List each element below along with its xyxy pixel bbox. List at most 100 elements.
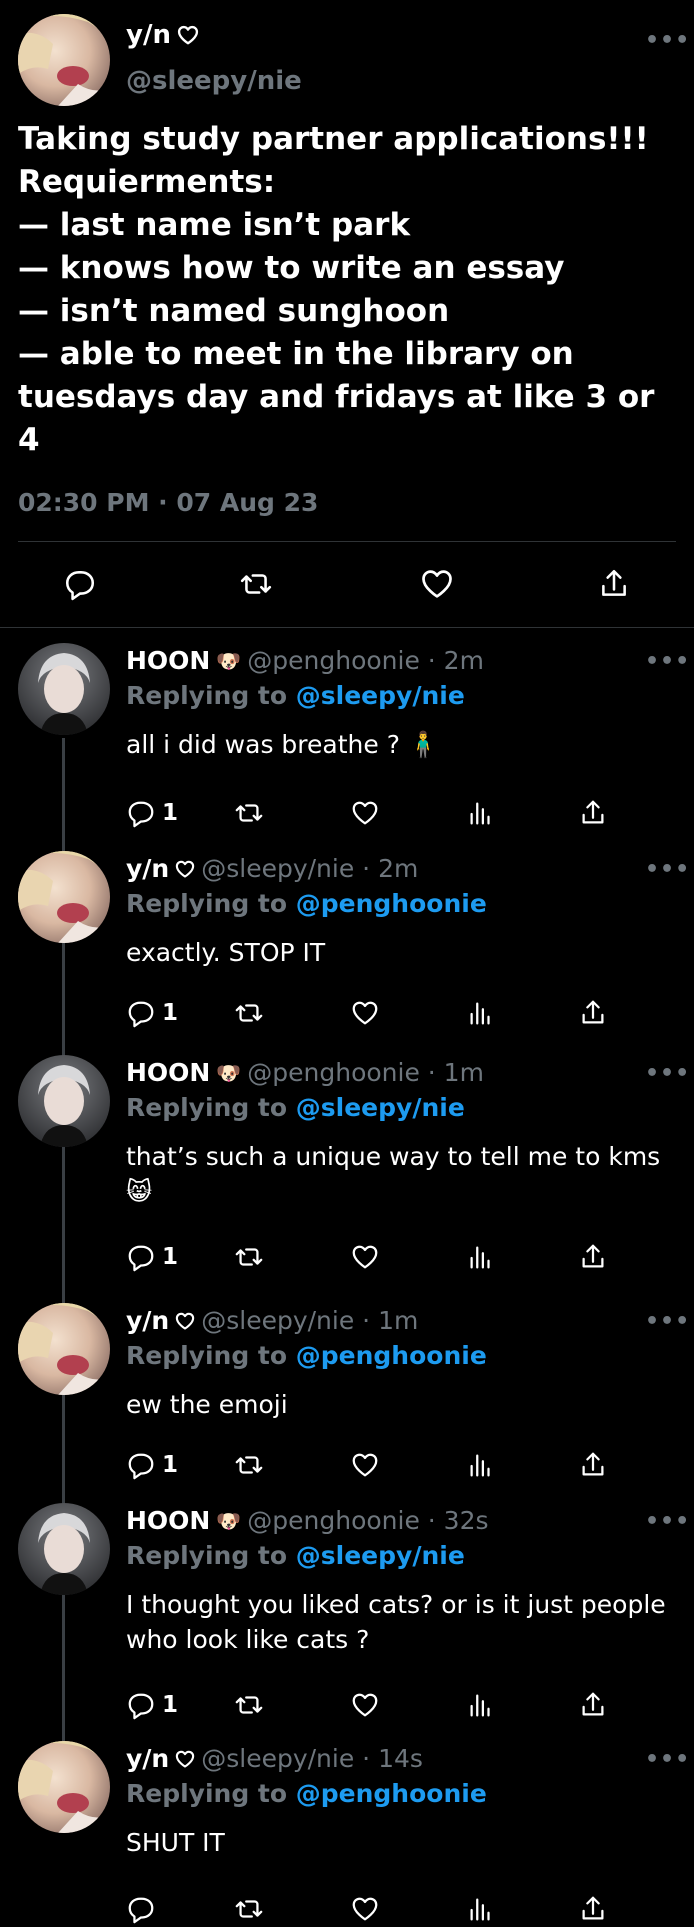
handle[interactable]: @sleepy/nie	[126, 66, 302, 96]
like-icon	[352, 1693, 378, 1717]
display-name[interactable]: HOON	[126, 646, 210, 675]
more-options-icon[interactable]: •••	[645, 1309, 690, 1334]
share-button[interactable]	[578, 1447, 608, 1483]
avatar[interactable]	[18, 1741, 110, 1833]
retweet-icon	[235, 804, 263, 822]
avatar[interactable]	[18, 1503, 110, 1595]
retweet-button[interactable]	[234, 1239, 264, 1275]
reply-tweet[interactable]: y/n @sleepy/nie · 2m ••• Replying to @pe…	[0, 851, 694, 1055]
handle-and-time[interactable]: @sleepy/nie · 1m	[201, 1306, 418, 1335]
handle-and-time[interactable]: @sleepy/nie · 14s	[201, 1744, 423, 1773]
replying-to: Replying to @sleepy/nie	[126, 681, 465, 710]
replying-to-link[interactable]: @sleepy/nie	[296, 681, 465, 710]
reply-button[interactable]	[126, 1891, 162, 1927]
reply-count: 1	[162, 1692, 179, 1718]
reply-button[interactable]: 1	[126, 1239, 178, 1275]
more-options-icon[interactable]: •••	[645, 1061, 690, 1086]
replying-prefix: Replying to	[126, 889, 296, 918]
replying-to-link[interactable]: @sleepy/nie	[296, 1541, 465, 1570]
retweet-button[interactable]	[234, 1891, 264, 1927]
reply-button[interactable]: 1	[126, 1447, 178, 1483]
views-button[interactable]	[466, 1239, 496, 1275]
views-button[interactable]	[466, 795, 496, 831]
retweet-button[interactable]	[234, 995, 264, 1031]
handle-and-time[interactable]: @penghoonie · 32s	[247, 1506, 488, 1535]
retweet-icon	[235, 1456, 263, 1474]
views-icon	[470, 1454, 490, 1477]
avatar[interactable]	[18, 1055, 110, 1147]
replying-to-link[interactable]: @sleepy/nie	[296, 1093, 465, 1122]
display-name[interactable]: HOON	[126, 1058, 210, 1087]
views-button[interactable]	[466, 1447, 496, 1483]
display-name[interactable]: y/n	[126, 20, 199, 50]
reply-count: 1	[162, 1000, 179, 1026]
share-button[interactable]	[578, 795, 608, 831]
reply-tweet[interactable]: y/n @sleepy/nie · 14s ••• Replying to @p…	[0, 1741, 694, 1924]
heart-badge-icon	[176, 1750, 195, 1768]
display-name[interactable]: y/n	[126, 854, 169, 883]
display-name[interactable]: HOON	[126, 1506, 210, 1535]
dog-emoji-icon: 🐶	[216, 648, 242, 673]
avatar[interactable]	[18, 643, 110, 735]
like-button[interactable]	[350, 1687, 380, 1723]
reply-text: SHUT IT	[126, 1828, 225, 1857]
replying-prefix: Replying to	[126, 1341, 296, 1370]
reply-text: ew the emoji	[126, 1390, 288, 1419]
handle-and-time[interactable]: @penghoonie · 1m	[247, 1058, 484, 1087]
avatar[interactable]	[18, 1303, 110, 1395]
like-icon[interactable]	[417, 562, 457, 606]
share-button[interactable]	[578, 1891, 608, 1927]
reply-button[interactable]: 1	[126, 995, 178, 1031]
replying-prefix: Replying to	[126, 1093, 296, 1122]
like-button[interactable]	[350, 995, 380, 1031]
handle-and-time[interactable]: @penghoonie · 2m	[247, 646, 484, 675]
reply-tweet[interactable]: HOON 🐶 @penghoonie · 32s ••• Replying to …	[0, 1503, 694, 1741]
retweet-button[interactable]	[234, 1447, 264, 1483]
reply-button[interactable]: 1	[126, 795, 178, 831]
views-button[interactable]	[466, 995, 496, 1031]
reply-text: all i did was breathe ? 🧍‍♂️	[126, 730, 440, 759]
like-button[interactable]	[350, 1447, 380, 1483]
more-options-icon[interactable]: •••	[645, 1509, 690, 1534]
reply-tweet[interactable]: HOON 🐶 @penghoonie · 2m ••• Replying to @…	[0, 643, 694, 851]
like-button[interactable]	[350, 795, 380, 831]
replying-to: Replying to @penghoonie	[126, 1341, 487, 1370]
display-name[interactable]: y/n	[126, 1744, 169, 1773]
share-icon	[582, 800, 604, 824]
more-options-icon[interactable]: •••	[645, 649, 690, 674]
replying-to: Replying to @penghoonie	[126, 1779, 487, 1808]
retweet-button[interactable]	[234, 795, 264, 831]
share-button[interactable]	[578, 1687, 608, 1723]
views-icon	[470, 1694, 490, 1717]
share-icon[interactable]	[594, 562, 634, 606]
dog-emoji-icon: 🐶	[216, 1060, 242, 1085]
like-button[interactable]	[350, 1239, 380, 1275]
views-icon	[470, 1246, 490, 1269]
divider	[18, 541, 676, 542]
more-options-icon[interactable]: •••	[645, 857, 690, 882]
handle-and-time[interactable]: @sleepy/nie · 2m	[201, 854, 418, 883]
reply-icon[interactable]	[60, 562, 100, 606]
replying-to-link[interactable]: @penghoonie	[296, 889, 487, 918]
reply-header: HOON 🐶 @penghoonie · 1m	[126, 1058, 484, 1087]
reply-text: exactly. STOP IT	[126, 938, 326, 967]
views-button[interactable]	[466, 1891, 496, 1927]
like-button[interactable]	[350, 1891, 380, 1927]
reply-tweet[interactable]: HOON 🐶 @penghoonie · 1m ••• Replying to @…	[0, 1055, 694, 1303]
heart-badge-icon	[176, 860, 195, 878]
avatar[interactable]	[18, 14, 110, 106]
retweet-icon[interactable]	[236, 562, 276, 606]
display-name[interactable]: y/n	[126, 1306, 169, 1335]
reply-button[interactable]: 1	[126, 1687, 178, 1723]
more-options-icon[interactable]: •••	[645, 1747, 690, 1772]
reply-count: 1	[162, 1244, 179, 1270]
share-button[interactable]	[578, 1239, 608, 1275]
more-options-icon[interactable]: •••	[645, 28, 690, 53]
replying-to-link[interactable]: @penghoonie	[296, 1341, 487, 1370]
replying-to-link[interactable]: @penghoonie	[296, 1779, 487, 1808]
avatar[interactable]	[18, 851, 110, 943]
retweet-button[interactable]	[234, 1687, 264, 1723]
views-button[interactable]	[466, 1687, 496, 1723]
share-button[interactable]	[578, 995, 608, 1031]
reply-tweet[interactable]: y/n @sleepy/nie · 1m ••• Replying to @pe…	[0, 1303, 694, 1503]
